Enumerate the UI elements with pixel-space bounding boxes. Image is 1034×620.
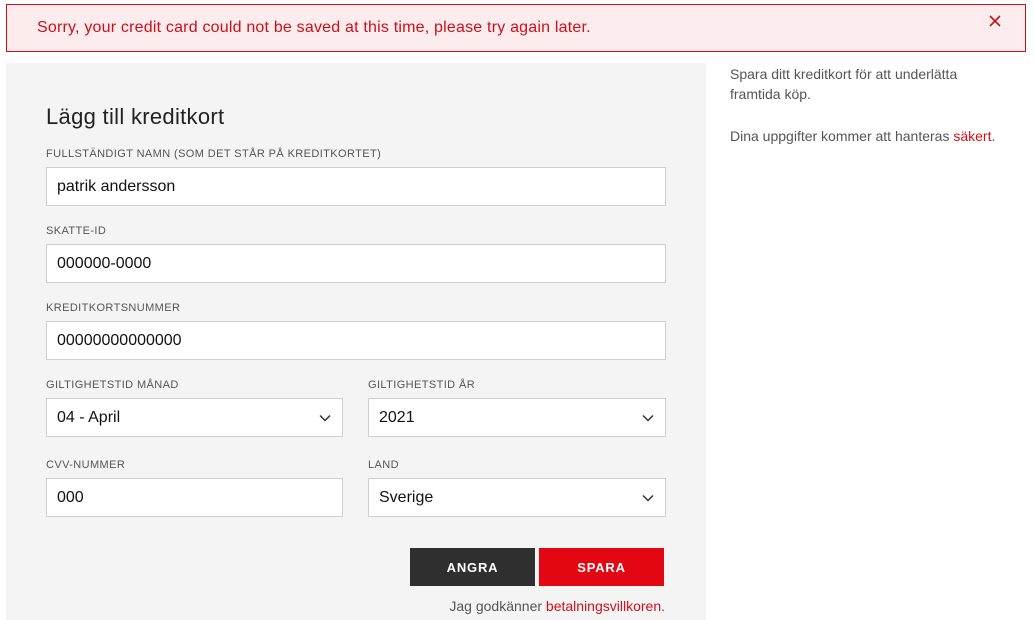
full-name-input[interactable]: [46, 167, 666, 206]
save-button[interactable]: SPARA: [539, 548, 664, 586]
info-security-suffix: .: [991, 128, 996, 144]
info-security: Dina uppgifter kommer att hanteras säker…: [730, 126, 1000, 146]
tax-id-input[interactable]: [46, 244, 666, 283]
exp-month-value: 04 - April: [57, 408, 121, 426]
cvv-input[interactable]: [46, 478, 343, 517]
terms-text: Jag godkänner betalningsvillkoren.: [449, 598, 665, 614]
error-alert: Sorry, your credit card could not be sav…: [6, 4, 1026, 52]
chevron-down-icon: [641, 491, 655, 505]
card-number-label: KREDITKORTSNUMMER: [46, 302, 181, 314]
terms-link[interactable]: betalningsvillkoren: [546, 598, 661, 614]
info-save-card: Spara ditt kreditkort för att underlätta…: [730, 66, 958, 102]
chevron-down-icon: [641, 411, 655, 425]
page: Sorry, your credit card could not be sav…: [0, 0, 1034, 620]
info-security-prefix: Dina uppgifter kommer att hanteras: [730, 128, 954, 144]
exp-year-label: GILTIGHETSTID ÅR: [368, 379, 476, 391]
cvv-label: CVV-NUMMER: [46, 459, 126, 471]
terms-suffix: .: [661, 598, 665, 614]
country-value: Sverige: [379, 488, 434, 506]
page-title: Lägg till kreditkort: [46, 104, 225, 129]
exp-year-value: 2021: [379, 408, 415, 426]
terms-prefix: Jag godkänner: [449, 598, 546, 614]
close-icon[interactable]: [985, 11, 1005, 31]
tax-id-label: SKATTE-ID: [46, 225, 107, 237]
credit-card-form: Lägg till kreditkort FULLSTÄNDIGT NAMN (…: [6, 63, 706, 620]
country-label: LAND: [368, 459, 399, 471]
name-label: FULLSTÄNDIGT NAMN (SOM DET STÅR PÅ KREDI…: [46, 148, 382, 160]
exp-year-select[interactable]: 2021: [368, 398, 666, 437]
error-message: Sorry, your credit card could not be sav…: [37, 19, 591, 36]
side-info: Spara ditt kreditkort för att underlätta…: [730, 64, 1000, 168]
chevron-down-icon: [318, 411, 332, 425]
exp-month-select[interactable]: 04 - April: [46, 398, 343, 437]
cancel-button[interactable]: ANGRA: [410, 548, 535, 586]
card-number-input[interactable]: [46, 321, 666, 360]
exp-month-label: GILTIGHETSTID MÅNAD: [46, 379, 179, 391]
secure-link[interactable]: säkert: [953, 128, 991, 144]
country-select[interactable]: Sverige: [368, 478, 666, 517]
